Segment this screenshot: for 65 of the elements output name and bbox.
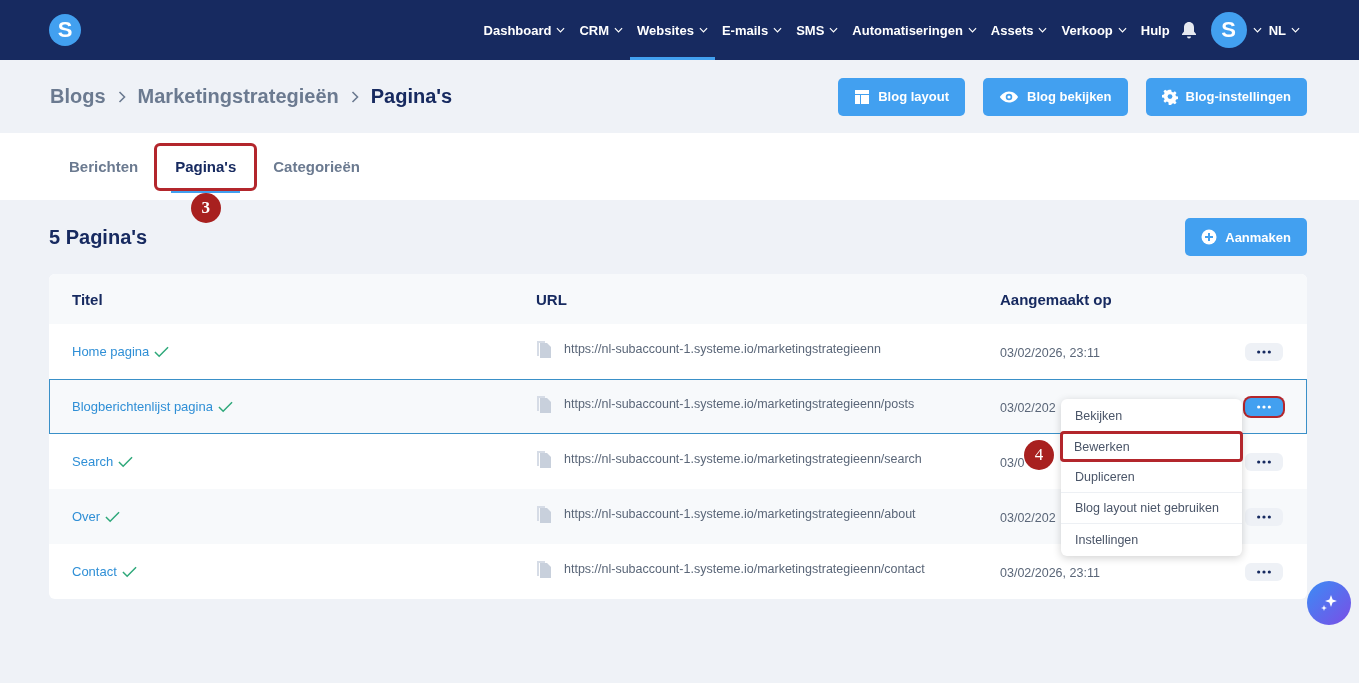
page-url: https://nl-subaccount-1.systeme.io/marketingstrategieenn/contact: [564, 562, 925, 576]
nav-menu-item[interactable]: E-mails: [714, 0, 790, 60]
menu-item[interactable]: Bewerken: [1060, 431, 1243, 462]
breadcrumb-item[interactable]: Blogs: [50, 85, 106, 108]
bell-icon[interactable]: [1180, 21, 1197, 39]
column-header: Aangemaakt op: [1000, 290, 1113, 308]
created-date: 03/02/202: [1000, 510, 1056, 525]
gear-icon: [1161, 88, 1178, 105]
nav-menu-item[interactable]: Automatiseringen: [845, 0, 984, 60]
nav-menu-item[interactable]: SMS: [789, 0, 846, 60]
check-icon: [217, 400, 233, 413]
nav-menu-item[interactable]: Assets: [983, 0, 1055, 60]
breadcrumb-item[interactable]: Marketingstrategieën: [137, 85, 339, 108]
created-date: 03/0: [1000, 455, 1025, 470]
nav-menu-item[interactable]: Hulp: [1133, 0, 1177, 60]
more-icon: [1256, 514, 1272, 519]
more-actions-button[interactable]: [1245, 562, 1283, 581]
step-badge: 4: [1024, 440, 1054, 470]
tab[interactable]: Berichten: [57, 142, 151, 191]
check-icon: [154, 345, 170, 358]
page-url: https://nl-subaccount-1.systeme.io/marketingstrategieenn/about: [564, 507, 916, 521]
page-url: https://nl-subaccount-1.systeme.io/marketingstrategieenn/posts: [564, 397, 915, 411]
more-icon: [1256, 349, 1272, 354]
check-icon: [121, 565, 137, 578]
nav-menu-item[interactable]: CRM: [572, 0, 631, 60]
nav-menu-item[interactable]: Websites: [630, 0, 715, 60]
breadcrumb-item: Pagina's: [370, 85, 453, 108]
page-url: https://nl-subaccount-1.systeme.io/marketingstrategieenn/search: [564, 452, 922, 466]
plus-circle-icon: [1201, 229, 1218, 245]
menu-item[interactable]: Bekijken: [1061, 400, 1242, 431]
more-actions-button[interactable]: [1245, 397, 1283, 416]
column-header: Titel: [72, 290, 104, 308]
check-icon: [118, 455, 134, 468]
assistant-button[interactable]: [1307, 581, 1351, 625]
page-count-title: 5 Pagina's: [49, 225, 148, 249]
nav-menu-item[interactable]: Dashboard: [476, 0, 573, 60]
created-date: 03/02/2026, 23:11: [1000, 345, 1100, 360]
page-url: https://nl-subaccount-1.systeme.io/marketingstrategieenn: [564, 342, 881, 356]
menu-item[interactable]: Blog layout niet gebruiken: [1061, 493, 1242, 524]
created-date: 03/02/2026, 23:11: [1000, 565, 1100, 580]
more-icon: [1256, 459, 1272, 464]
menu-item[interactable]: Instellingen: [1061, 524, 1242, 555]
chevron-right-icon: [350, 90, 359, 103]
created-date: 03/02/202: [1000, 400, 1056, 415]
step-badge: 3: [190, 192, 221, 223]
page-title-link[interactable]: Home pagina: [72, 344, 150, 359]
column-header: URL: [536, 290, 568, 308]
more-actions-button[interactable]: [1245, 507, 1283, 526]
nav-menu-item[interactable]: Verkoop: [1054, 0, 1134, 60]
more-actions-button[interactable]: [1245, 452, 1283, 471]
chevron-down-icon: [1291, 27, 1300, 33]
eye-icon: [999, 89, 1019, 104]
chevron-down-icon[interactable]: [1252, 27, 1262, 33]
more-icon: [1256, 569, 1272, 574]
chevron-right-icon: [117, 90, 126, 103]
language-selector[interactable]: NL: [1261, 0, 1307, 60]
page-title-link[interactable]: Search: [72, 454, 114, 469]
layout-icon: [854, 88, 871, 105]
check-icon: [105, 510, 121, 523]
sparkle-icon: [1319, 593, 1339, 613]
page-title-link[interactable]: Contact: [72, 564, 117, 579]
tab[interactable]: Categorieën: [261, 142, 372, 191]
more-actions-button[interactable]: [1245, 342, 1283, 361]
menu-item[interactable]: Dupliceren: [1061, 462, 1242, 493]
more-icon: [1256, 404, 1272, 409]
